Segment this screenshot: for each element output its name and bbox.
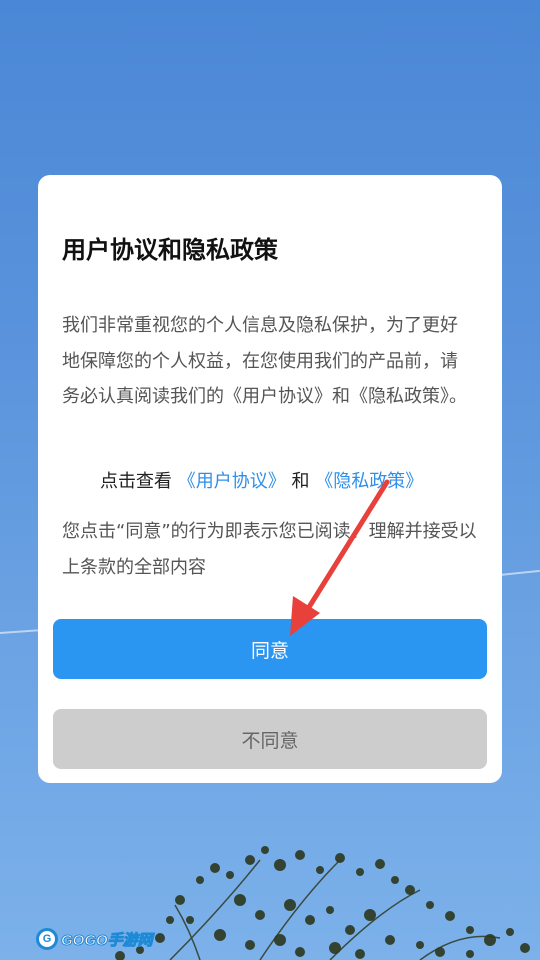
privacy-dialog: 用户协议和隐私政策 我们非常重视您的个人信息及隐私保护，为了更好地保障您的个人权… (38, 175, 502, 783)
watermark-text: GOGO手游网 (61, 931, 154, 949)
user-agreement-link[interactable]: 《用户协议》 (178, 471, 286, 492)
watermark: G GOGO手游网 (36, 926, 153, 952)
agree-button[interactable]: 同意 (53, 619, 487, 679)
gogo-logo-icon: G (36, 928, 58, 950)
dialog-body-text: 我们非常重视您的个人信息及隐私保护，为了更好地保障您的个人权益，在您使用我们的产… (62, 315, 467, 407)
disagree-button[interactable]: 不同意 (53, 709, 487, 769)
policy-links-line: 点击查看 《用户协议》 和 《隐私政策》 (100, 467, 423, 493)
screen: 用户协议和隐私政策 我们非常重视您的个人信息及隐私保护，为了更好地保障您的个人权… (0, 0, 540, 960)
contrail (499, 569, 540, 576)
links-prefix: 点击查看 (100, 471, 172, 492)
privacy-policy-link[interactable]: 《隐私政策》 (315, 471, 423, 492)
dialog-title: 用户协议和隐私政策 (62, 236, 278, 264)
links-conjunction: 和 (291, 471, 310, 492)
consent-text: 您点击“同意”的行为即表示您已阅读、理解并接受以上条款的全部内容 (62, 521, 477, 578)
